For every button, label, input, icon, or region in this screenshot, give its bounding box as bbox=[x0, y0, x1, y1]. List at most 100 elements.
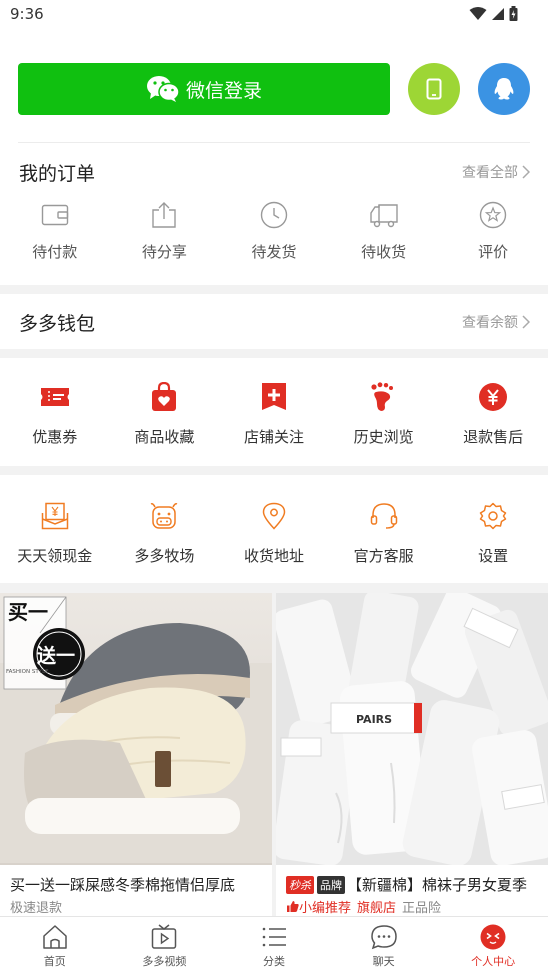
grid-item-label: 商品收藏 bbox=[134, 428, 195, 446]
nav-label: 个人中心 bbox=[471, 955, 516, 968]
nav-label: 分类 bbox=[262, 955, 285, 968]
wallet-view-balance-link[interactable]: 查看余额 bbox=[462, 312, 530, 332]
product-card[interactable]: PAIRS 秒杀 品牌 【新疆棉】棉袜子男女夏季 小编推荐 旗舰店 正品险 bbox=[276, 593, 548, 916]
settings-icon bbox=[479, 499, 507, 533]
orders-section: 我的订单 查看全部 待付款 待分享 待发货 待收货 评价 bbox=[0, 143, 548, 285]
order-item-pending-share[interactable]: 待分享 bbox=[110, 199, 220, 262]
product-feed: 买一 送一 FASHION STYLE 买一送一踩屎感冬季棉拖情侣厚底 极速退款 bbox=[0, 593, 548, 916]
phone-icon bbox=[426, 78, 442, 100]
chat-icon bbox=[370, 923, 397, 951]
order-item-pending-receipt[interactable]: 待收货 bbox=[329, 199, 439, 262]
nav-label: 聊天 bbox=[372, 955, 395, 968]
coupon-icon bbox=[40, 380, 70, 414]
grid-item-product-favorites[interactable]: 商品收藏 bbox=[110, 380, 220, 466]
product-card[interactable]: 买一 送一 FASHION STYLE 买一送一踩屎感冬季棉拖情侣厚底 极速退款 bbox=[0, 593, 272, 916]
nav-home[interactable]: 首页 bbox=[0, 917, 110, 974]
section-gap bbox=[0, 583, 548, 593]
order-item-label: 待收货 bbox=[361, 243, 407, 261]
authentic-insurance-tag: 正品险 bbox=[402, 901, 442, 916]
grid-item-label: 天天领现金 bbox=[17, 547, 93, 565]
grid-item-label: 收货地址 bbox=[243, 547, 304, 565]
wechat-login-button[interactable]: 微信登录 bbox=[18, 63, 390, 115]
flash-sale-badge: 秒杀 bbox=[286, 875, 314, 894]
status-time: 9:36 bbox=[10, 5, 44, 23]
order-item-label: 待发货 bbox=[251, 243, 297, 261]
truck-icon bbox=[369, 199, 399, 231]
grid-item-store-follow[interactable]: 店铺关注 bbox=[219, 380, 329, 466]
orders-view-all-link[interactable]: 查看全部 bbox=[462, 162, 530, 182]
signal-icon bbox=[492, 7, 504, 20]
profile-icon bbox=[480, 923, 506, 951]
product-image: PAIRS bbox=[276, 593, 548, 865]
nav-label: 多多视频 bbox=[142, 955, 187, 968]
review-icon bbox=[479, 199, 507, 231]
order-item-review[interactable]: 评价 bbox=[438, 199, 548, 262]
image-text-fashion: FASHION STYLE bbox=[6, 669, 49, 675]
wechat-icon bbox=[146, 75, 180, 103]
nav-label: 首页 bbox=[43, 955, 66, 968]
share-icon bbox=[151, 199, 177, 231]
grid-item-daily-cash[interactable]: 天天领现金 bbox=[0, 499, 110, 583]
wechat-login-label: 微信登录 bbox=[185, 80, 262, 102]
grid-item-customer-service[interactable]: 官方客服 bbox=[329, 499, 439, 583]
footprint-icon bbox=[370, 380, 398, 414]
order-item-label: 待分享 bbox=[141, 243, 187, 261]
product-title: 秒杀 品牌 【新疆棉】棉袜子男女夏季 bbox=[286, 874, 548, 895]
bottom-nav: 首页 多多视频 分类 聊天 个人中心 bbox=[0, 916, 548, 974]
clock-icon bbox=[260, 199, 288, 231]
location-icon bbox=[262, 499, 286, 533]
grid-item-label: 设置 bbox=[478, 547, 509, 565]
services-row-1: 优惠券 商品收藏 店铺关注 历史浏览 退款售后 bbox=[0, 358, 548, 466]
grid-item-label: 优惠券 bbox=[32, 428, 78, 446]
home-icon bbox=[42, 923, 68, 951]
order-item-label: 待付款 bbox=[32, 243, 78, 261]
grid-item-settings[interactable]: 设置 bbox=[438, 499, 548, 583]
login-area: 微信登录 bbox=[0, 30, 548, 143]
grid-item-label: 店铺关注 bbox=[243, 428, 304, 446]
favorite-bag-icon bbox=[151, 380, 177, 414]
grid-item-coupons[interactable]: 优惠券 bbox=[0, 380, 110, 466]
qq-login-button[interactable] bbox=[478, 63, 530, 115]
nav-chat[interactable]: 聊天 bbox=[329, 917, 439, 974]
grid-item-refund-aftersale[interactable]: 退款售后 bbox=[438, 380, 548, 466]
section-gap bbox=[0, 349, 548, 358]
grid-item-duoduo-ranch[interactable]: 多多牧场 bbox=[110, 499, 220, 583]
order-item-pending-payment[interactable]: 待付款 bbox=[0, 199, 110, 262]
brand-badge: 品牌 bbox=[317, 875, 345, 894]
editor-pick-label: 小编推荐 bbox=[299, 901, 352, 916]
nav-category[interactable]: 分类 bbox=[219, 917, 329, 974]
product-title: 买一送一踩屎感冬季棉拖情侣厚底 bbox=[10, 876, 236, 894]
nav-profile[interactable]: 个人中心 bbox=[438, 917, 548, 974]
status-bar: 9:36 bbox=[0, 0, 548, 30]
thumbs-up-icon bbox=[287, 901, 299, 912]
flagship-store-tag: 旗舰店 bbox=[357, 901, 397, 916]
product-tag: 极速退款 bbox=[10, 901, 63, 916]
refund-icon bbox=[478, 380, 508, 414]
phone-login-button[interactable] bbox=[408, 63, 460, 115]
cow-icon bbox=[149, 499, 179, 533]
wallet-section[interactable]: 多多钱包 查看余额 bbox=[0, 294, 548, 349]
grid-item-browsing-history[interactable]: 历史浏览 bbox=[329, 380, 439, 466]
nav-video[interactable]: 多多视频 bbox=[110, 917, 220, 974]
store-follow-icon bbox=[261, 380, 287, 414]
wallet-title: 多多钱包 bbox=[19, 313, 96, 335]
image-text-buy-one: 买一 bbox=[8, 600, 48, 624]
orders-row: 待付款 待分享 待发货 待收货 评价 bbox=[0, 199, 548, 262]
editor-pick-tag: 小编推荐 bbox=[286, 897, 351, 916]
product-title-text: 【新疆棉】棉袜子男女夏季 bbox=[347, 876, 528, 894]
product-subtitle: 极速退款 bbox=[10, 897, 62, 916]
image-text-get-one: 送一 bbox=[37, 644, 75, 667]
grid-item-label: 历史浏览 bbox=[353, 428, 414, 446]
grid-item-label: 官方客服 bbox=[353, 547, 414, 565]
status-icons bbox=[469, 6, 518, 21]
grid-item-label: 多多牧场 bbox=[134, 547, 195, 565]
chevron-right-icon bbox=[522, 315, 530, 329]
cash-envelope-icon bbox=[41, 499, 69, 533]
image-text-pairs-1: PAIRS bbox=[356, 713, 392, 726]
grid-item-shipping-address[interactable]: 收货地址 bbox=[219, 499, 329, 583]
product-subtitle: 小编推荐 旗舰店 正品险 bbox=[286, 897, 441, 916]
order-item-pending-ship[interactable]: 待发货 bbox=[219, 199, 329, 262]
wifi-icon bbox=[469, 6, 487, 20]
wallet-icon bbox=[41, 199, 69, 231]
services-row-2: 天天领现金 多多牧场 收货地址 官方客服 设置 bbox=[0, 475, 548, 583]
